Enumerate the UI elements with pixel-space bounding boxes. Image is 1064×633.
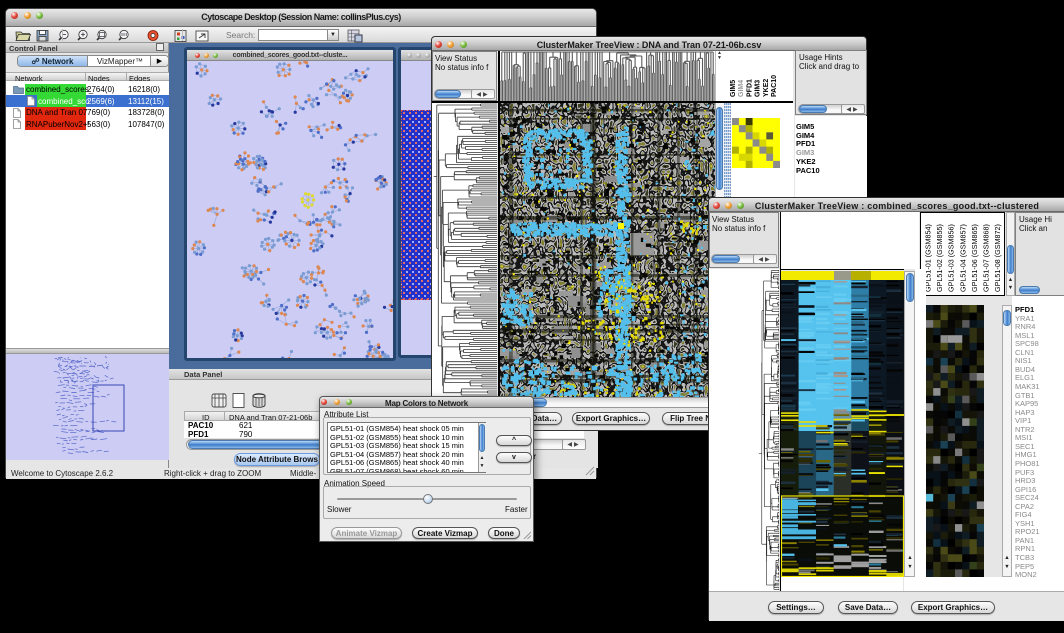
- svg-text:PFD1: PFD1: [746, 79, 753, 97]
- svg-text:GIM4: GIM4: [738, 80, 745, 97]
- svg-text:YKE2: YKE2: [763, 79, 770, 97]
- svg-text:GPL51-07 (GSM868): GPL51-07 (GSM868): [982, 224, 991, 292]
- svg-text:GPL51-08 (GSM872): GPL51-08 (GSM872): [993, 224, 1002, 292]
- svg-text:GIM3: GIM3: [755, 80, 762, 97]
- svg-text:GIM5: GIM5: [730, 80, 737, 97]
- svg-text:GPL51-06 (GSM865): GPL51-06 (GSM865): [970, 224, 979, 292]
- svg-text:PAC10: PAC10: [771, 75, 778, 97]
- svg-text:GPL51-02 (GSM855): GPL51-02 (GSM855): [935, 224, 944, 292]
- svg-text:GPL51-04 (GSM857): GPL51-04 (GSM857): [958, 224, 967, 292]
- svg-text:GPL51-03 (GSM856): GPL51-03 (GSM856): [947, 224, 956, 292]
